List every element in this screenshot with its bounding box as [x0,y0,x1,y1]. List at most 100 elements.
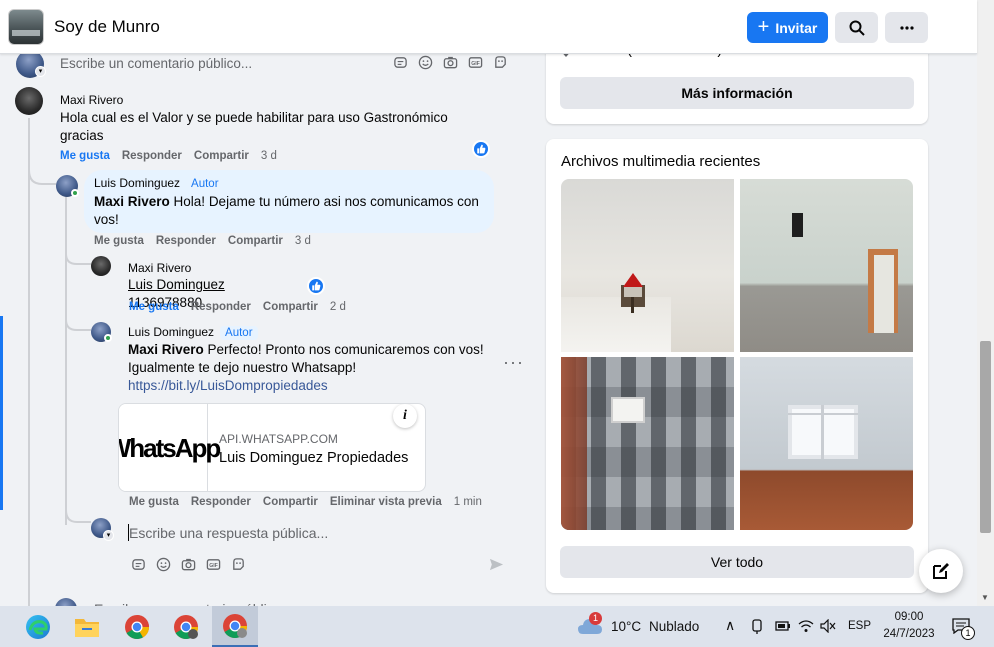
mention[interactable]: Maxi Rivero [94,194,170,209]
new-post-button[interactable] [919,549,963,593]
more-horizontal-icon [899,25,914,30]
comment-author-row: Luis Dominguez Autor [128,325,484,340]
volume-muted-icon[interactable] [820,619,836,633]
folder-icon [75,618,99,637]
plus-icon: + [757,15,770,38]
more-info-button[interactable]: Más información [560,77,914,109]
gif-icon[interactable]: GIF [467,54,483,70]
search-button[interactable] [835,12,878,43]
thread-line [28,118,30,606]
gif-icon[interactable]: GIF [205,556,221,572]
share-button[interactable]: Compartir [263,301,318,313]
recent-media-card: Archivos multimedia recientes Ver todo [546,139,928,593]
clock-date[interactable]: 24/7/2023 [881,628,937,640]
comment-time[interactable]: 1 min [454,496,482,508]
notifications-button[interactable]: 1 [952,618,975,640]
emoji-icon[interactable] [417,54,433,70]
send-icon[interactable] [488,556,504,572]
remove-preview-button[interactable]: Eliminar vista previa [330,496,442,508]
weather-temp[interactable]: 10°C [611,619,641,634]
comment-author[interactable]: Luis Dominguez [128,325,214,339]
sticker-icon[interactable] [392,54,408,70]
author-badge: Autor [186,177,224,191]
weather-desc[interactable]: Nublado [649,619,699,634]
chrome-profile-icon [174,614,198,639]
reply-button[interactable]: Responder [122,150,182,162]
camera-icon[interactable] [442,54,458,70]
scrollbar-thumb[interactable] [980,341,991,533]
media-photo-2[interactable] [740,179,913,352]
clock-time[interactable]: 09:00 [881,611,937,623]
camera-icon[interactable] [180,556,196,572]
focus-indicator [0,316,3,510]
comment-author[interactable]: Luis Dominguez [94,176,180,190]
taskbar-file-explorer[interactable] [64,606,110,647]
mention[interactable]: Maxi Rivero [128,342,204,357]
avatar[interactable] [15,87,43,115]
compose-icon [933,563,949,579]
comment-more-options[interactable]: ··· [503,352,524,373]
weather-widget[interactable]: 1 [577,612,603,639]
reply-button[interactable]: Responder [191,301,251,313]
avatar-sticker-icon[interactable] [492,54,508,70]
media-photo-1[interactable] [561,179,734,352]
chevron-up-icon[interactable]: ∧ [725,617,735,634]
media-photo-4[interactable] [740,357,913,530]
wifi-icon[interactable] [798,619,814,633]
reply-tools: GIF [130,556,246,572]
comment-author[interactable]: Maxi Rivero [128,261,294,275]
reply-button[interactable]: Responder [191,496,251,508]
share-button[interactable]: Compartir [263,496,318,508]
comment-author-row: Luis Dominguez Autor [94,176,484,191]
reply-input[interactable]: Escribe una respuesta pública... GIF [118,516,516,584]
sticker-icon[interactable] [130,556,146,572]
comment-link[interactable]: https://bit.ly/LuisDompropiedades [128,377,484,395]
media-photo-3[interactable] [561,357,734,530]
battery-icon[interactable] [775,620,791,632]
taskbar-chrome-active[interactable] [212,606,258,647]
scroll-down-arrow[interactable]: ▼ [981,593,989,602]
taskbar-chrome[interactable] [114,606,160,647]
meet-now-icon[interactable] [751,619,763,635]
preview-domain: API.WHATSAPP.COM [219,432,338,446]
taskbar-chrome-profile[interactable] [163,606,209,647]
group-cover-thumbnail[interactable] [8,9,44,45]
see-all-button[interactable]: Ver todo [560,546,914,578]
invite-button[interactable]: + Invitar [747,12,828,43]
comment-time[interactable]: 2 d [330,301,346,313]
comment-placeholder: Escribe un comentario público... [60,56,253,71]
share-button[interactable]: Compartir [228,235,283,247]
emoji-icon[interactable] [155,556,171,572]
thread-line [65,195,67,525]
language-indicator[interactable]: ESP [848,620,871,632]
like-button[interactable]: Me gusta [129,301,179,313]
avatar[interactable] [91,256,111,276]
whatsapp-logo-image: WhatsApp [119,404,221,491]
like-button[interactable]: Me gusta [94,235,144,247]
comment-time[interactable]: 3 d [261,150,277,162]
mention[interactable]: Luis Dominguez [128,277,225,292]
like-button[interactable]: Me gusta [129,496,179,508]
chevron-down-icon[interactable]: ▾ [103,530,114,541]
comment-author[interactable]: Maxi Rivero [60,93,484,107]
media-title: Archivos multimedia recientes [561,153,761,170]
search-icon [849,20,865,36]
reply-placeholder: Escribe una respuesta pública... [129,525,329,541]
reply-button[interactable]: Responder [156,235,216,247]
taskbar-edge[interactable] [15,606,61,647]
like-button[interactable]: Me gusta [60,150,110,162]
group-header: Soy de Munro + Invitar [0,0,977,54]
like-reaction-icon[interactable] [307,277,325,295]
more-options-button[interactable] [885,12,928,43]
like-reaction-icon[interactable] [472,140,490,158]
info-icon[interactable]: i [393,404,417,428]
link-preview[interactable]: WhatsApp API.WHATSAPP.COM Luis Dominguez… [118,403,426,492]
comment-actions: Me gusta Responder Compartir 3 d [60,150,277,162]
comment-time[interactable]: 3 d [295,235,311,247]
group-name[interactable]: Soy de Munro [54,17,160,37]
svg-text:GIF: GIF [471,60,480,66]
avatar-sticker-icon[interactable] [230,556,246,572]
thread-connector [65,320,91,331]
chevron-down-icon[interactable]: ▾ [35,66,46,77]
share-button[interactable]: Compartir [194,150,249,162]
